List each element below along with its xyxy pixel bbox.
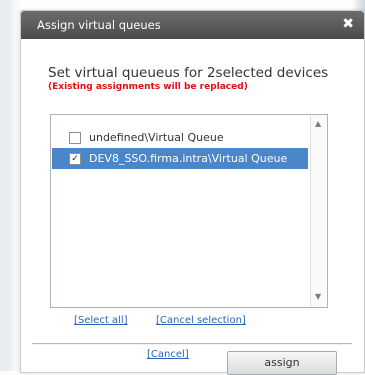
replace-warning: (Existing assignments will be replaced) [48,82,248,92]
checkbox[interactable] [69,132,81,144]
dialog-title: Assign virtual queues [37,18,161,32]
divider [32,343,352,345]
queue-label: undefined\Virtual Queue [89,131,224,144]
cancel-link[interactable]: [Cancel] [147,349,189,360]
list-item[interactable]: undefined\Virtual Queue [52,127,308,148]
select-all-link[interactable]: [Select all] [74,315,128,326]
assign-button[interactable]: assign [227,351,337,375]
scroll-down-icon[interactable]: ▼ [315,292,321,301]
assign-virtual-queues-dialog: Assign virtual queues ✖ Set virtual queu… [20,10,365,375]
checkbox-checked[interactable]: ✓ [69,153,81,165]
queue-label: DEV8_SSO.firma.intra\Virtual Queue [89,152,288,165]
scroll-up-icon[interactable]: ▲ [315,119,321,128]
virtual-queue-list[interactable]: undefined\Virtual Queue ✓ DEV8_SSO.firma… [50,114,328,308]
list-item[interactable]: ✓ DEV8_SSO.firma.intra\Virtual Queue [52,148,308,169]
cancel-selection-link[interactable]: [Cancel selection] [156,315,246,326]
dialog-heading: Set virtual queueus for 2selected device… [48,65,329,81]
list-scrollbar[interactable]: ▲ ▼ [310,115,327,307]
dialog-titlebar[interactable]: Assign virtual queues ✖ [21,11,364,39]
close-icon[interactable]: ✖ [342,16,354,32]
